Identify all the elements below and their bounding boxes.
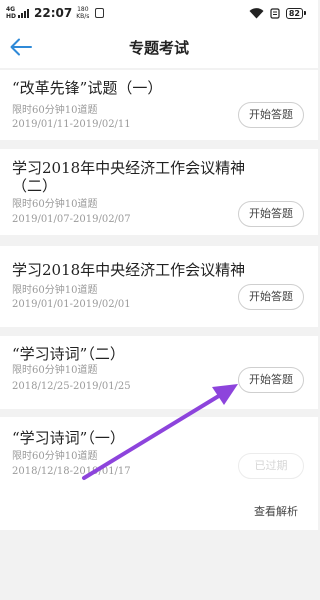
start-exam-button[interactable]: 开始答题 bbox=[238, 367, 304, 393]
network-sub-label: HD bbox=[6, 13, 17, 20]
expired-button: 已过期 bbox=[238, 453, 304, 479]
exam-date-range: 2019/01/01-2019/02/01 bbox=[12, 299, 131, 310]
alarm-icon bbox=[270, 7, 280, 19]
speed-unit: KB/s bbox=[76, 13, 90, 20]
exam-title: 学习2018年中央经济工作会议精神（二） bbox=[12, 159, 246, 195]
exam-time-limit: 限时60分钟10道题 bbox=[12, 105, 98, 116]
exam-title: “学习诗词”（一） bbox=[12, 429, 125, 447]
wifi-icon bbox=[249, 7, 264, 18]
notification-icon bbox=[95, 8, 105, 18]
start-exam-button[interactable]: 开始答题 bbox=[238, 201, 304, 227]
exam-date-range: 2018/12/18-2019/01/17 bbox=[12, 466, 131, 477]
speed-value: 180 bbox=[77, 6, 89, 13]
exam-title: 学习2018年中央经济工作会议精神 bbox=[12, 261, 246, 279]
network-label: 4G bbox=[6, 6, 16, 13]
exam-time-limit: 限时60分钟10道题 bbox=[12, 199, 98, 210]
exam-title: “改革先锋”试题（一） bbox=[12, 79, 163, 97]
signal-icon bbox=[18, 8, 30, 18]
page-title: 专题考试 bbox=[128, 39, 189, 57]
network-type: 4G HD bbox=[6, 6, 16, 20]
exam-title: “学习诗词”（二） bbox=[12, 345, 125, 363]
exam-date-range: 2018/12/25-2019/01/25 bbox=[12, 381, 131, 392]
exam-card: “改革先锋”试题（一） 限时60分钟10道题 2019/01/11-2019/0… bbox=[0, 70, 318, 140]
exam-card: 学习2018年中央经济工作会议精神 限时60分钟10道题 2019/01/01-… bbox=[0, 246, 318, 327]
exam-date-range: 2019/01/11-2019/02/11 bbox=[12, 119, 131, 130]
exam-date-range: 2019/01/07-2019/02/07 bbox=[12, 214, 131, 225]
exam-card: “学习诗词”（一） 限时60分钟10道题 2018/12/18-2019/01/… bbox=[0, 417, 318, 530]
start-exam-button[interactable]: 开始答题 bbox=[238, 102, 304, 128]
battery-level: 82 bbox=[285, 7, 303, 19]
status-bar: 4G HD 22:07 180 KB/s 82 bbox=[0, 0, 318, 26]
app-header: 专题考试 bbox=[0, 26, 318, 68]
exam-time-limit: 限时60分钟10道题 bbox=[12, 365, 98, 376]
exam-card: “学习诗词”（二） 限时60分钟10道题 2018/12/25-2019/01/… bbox=[0, 336, 318, 409]
network-speed: 180 KB/s bbox=[76, 6, 89, 20]
exam-time-limit: 限时60分钟10道题 bbox=[12, 285, 98, 296]
view-analysis-link[interactable]: 查看解析 bbox=[254, 503, 298, 519]
battery-icon: 82 bbox=[285, 7, 306, 19]
exam-time-limit: 限时60分钟10道题 bbox=[12, 451, 98, 462]
start-exam-button[interactable]: 开始答题 bbox=[238, 284, 304, 310]
exam-card: 学习2018年中央经济工作会议精神（二） 限时60分钟10道题 2019/01/… bbox=[0, 149, 318, 235]
clock: 22:07 bbox=[34, 6, 73, 20]
